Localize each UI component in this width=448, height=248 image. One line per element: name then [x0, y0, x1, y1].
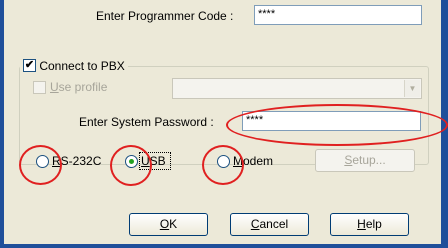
rs232c-annotation-circle	[19, 145, 62, 185]
profile-combobox[interactable]: ▼	[172, 78, 422, 99]
connect-to-pbx-label: Connect to PBX	[39, 58, 125, 73]
programmer-code-label: Enter Programmer Code :	[96, 9, 234, 23]
chevron-down-icon[interactable]: ▼	[404, 80, 420, 97]
connect-to-pbx-control[interactable]: ✔ Connect to PBX	[20, 58, 128, 73]
programmer-code-input[interactable]: ****	[254, 5, 422, 25]
help-button[interactable]: Help	[330, 213, 409, 236]
use-profile-checkbox[interactable]	[33, 81, 46, 94]
cancel-button[interactable]: Cancel	[230, 213, 309, 236]
setup-button[interactable]: Setup...	[315, 149, 415, 172]
password-annotation-circle	[226, 104, 448, 146]
connect-to-pbx-checkbox[interactable]: ✔	[23, 59, 36, 73]
system-password-label: Enter System Password :	[79, 115, 214, 129]
usb-annotation-circle	[110, 145, 152, 186]
ok-button[interactable]: OK	[129, 213, 208, 236]
modem-annotation-circle	[202, 145, 244, 185]
use-profile-label: Use profile	[50, 80, 108, 94]
